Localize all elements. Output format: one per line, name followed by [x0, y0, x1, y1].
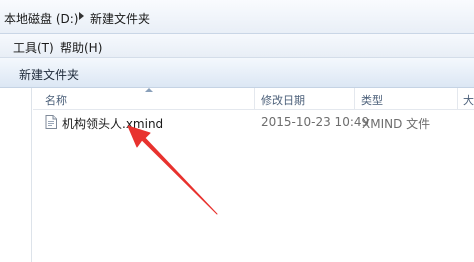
column-header-size[interactable]: 大小	[458, 88, 474, 109]
column-name-label: 名称	[45, 94, 67, 107]
file-date-modified: 2015-10-23 10:49	[261, 115, 370, 129]
arrow-shape	[127, 125, 218, 215]
breadcrumb-folder[interactable]: 新建文件夹	[90, 10, 150, 27]
menu-help[interactable]: 帮助(H)	[60, 39, 102, 56]
column-size-label: 大小	[463, 94, 474, 107]
sort-ascending-icon	[145, 88, 153, 92]
file-row[interactable]: 机构领头人.xmind 2015-10-23 10:49 XMIND 文件	[40, 112, 474, 132]
column-header: 名称 修改日期 类型 大小	[33, 88, 474, 110]
menu-tools[interactable]: 工具(T)	[13, 39, 54, 56]
new-folder-button[interactable]: 新建文件夹	[19, 66, 79, 83]
column-date-label: 修改日期	[261, 94, 305, 107]
column-type-label: 类型	[361, 94, 383, 107]
column-header-name[interactable]: 名称	[33, 88, 255, 109]
address-bar[interactable]: 本地磁盘 (D:) 新建文件夹	[0, 0, 474, 34]
breadcrumb-drive[interactable]: 本地磁盘 (D:)	[4, 10, 78, 27]
file-type: XMIND 文件	[362, 117, 431, 131]
navigation-pane[interactable]	[0, 88, 32, 262]
document-icon	[45, 115, 57, 129]
command-bar: 新建文件夹	[0, 58, 474, 88]
column-header-type[interactable]: 类型	[355, 88, 458, 109]
column-header-date[interactable]: 修改日期	[255, 88, 355, 109]
explorer-window: 本地磁盘 (D:) 新建文件夹 工具(T) 帮助(H) 新建文件夹 名称 修改日…	[0, 0, 474, 262]
menu-bar: 工具(T) 帮助(H)	[0, 34, 474, 58]
file-name[interactable]: 机构领头人.xmind	[62, 115, 163, 132]
breadcrumb-separator-icon[interactable]	[79, 12, 84, 20]
